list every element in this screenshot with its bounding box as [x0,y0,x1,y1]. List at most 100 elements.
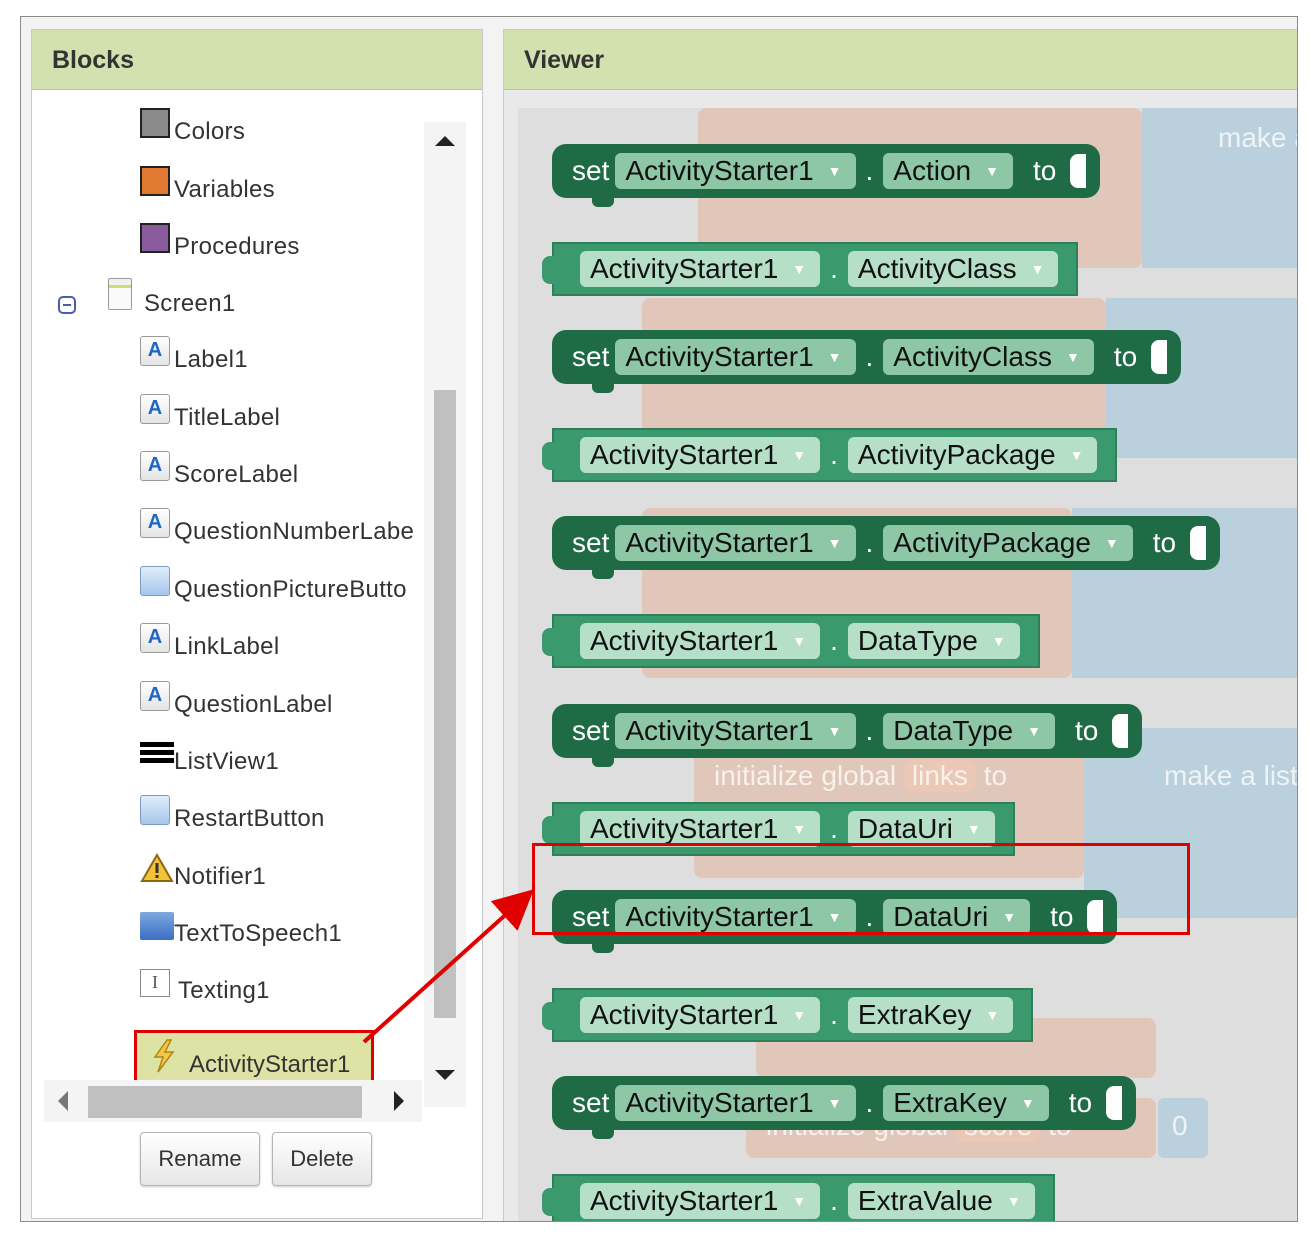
tree-item-listview1[interactable]: ListView1 [140,736,279,776]
chevron-down-icon: ▼ [1065,349,1080,365]
property-dropdown[interactable]: DataType ▼ [883,713,1055,749]
component-dropdown[interactable]: ActivityStarter1 ▼ [615,525,856,561]
tree-item-restartbutton[interactable]: RestartButton [140,793,325,833]
chevron-down-icon: ▼ [1020,1095,1035,1111]
component-dropdown[interactable]: ActivityStarter1 ▼ [580,1183,821,1219]
tree-item-texting1[interactable]: I Texting1 [140,965,270,1005]
component-dropdown[interactable]: ActivityStarter1 ▼ [615,713,856,749]
warning-icon [140,852,174,883]
bg-init-links: initialize global links to [714,760,1008,792]
chevron-down-icon: ▼ [985,163,999,179]
label-icon: A [140,508,170,538]
component-dropdown[interactable]: ActivityStarter1 ▼ [580,437,821,473]
property-dropdown[interactable]: DataUri ▼ [847,811,995,847]
vertical-scrollbar[interactable] [424,122,466,1107]
value-socket [1151,340,1168,374]
get-activityclass-block[interactable]: ActivityStarter1 ▼ . ActivityClass ▼ [541,242,1079,296]
tree-item-label: TitleLabel [174,404,281,431]
tree-item-questionnumberlabel[interactable]: A QuestionNumberLabe [140,506,414,546]
tree-item-questionpicturebutton[interactable]: QuestionPictureButto [140,564,407,604]
listview-icon [140,738,174,768]
tree-item-label: QuestionNumberLabe [174,518,415,545]
scrollbar-thumb[interactable] [88,1086,362,1118]
scrollbar-thumb[interactable] [434,390,456,1018]
label-icon: A [140,623,170,653]
button-icon [140,566,170,596]
scroll-left-icon[interactable] [58,1091,68,1111]
get-activitypackage-block[interactable]: ActivityStarter1 ▼ . ActivityPackage ▼ [541,428,1118,482]
chevron-down-icon: ▼ [792,1007,807,1023]
highlight-box [532,843,1190,935]
screen-icon [108,278,132,310]
property-dropdown[interactable]: ExtraValue ▼ [847,1183,1035,1219]
app-frame: Blocks Colors Variables Procedures Scree… [20,16,1298,1222]
blocks-tree: Colors Variables Procedures Screen1 A La… [44,102,467,1092]
chevron-down-icon: ▼ [1104,535,1119,551]
property-dropdown[interactable]: DataType ▼ [847,623,1020,659]
chevron-down-icon: ▼ [827,1095,842,1111]
component-dropdown[interactable]: ActivityStarter1 ▼ [580,997,821,1033]
chevron-down-icon: ▼ [827,163,842,179]
tree-item-screen1[interactable]: Screen1 [108,278,236,318]
get-extravalue-block[interactable]: ActivityStarter1 ▼ . ExtraValue ▼ [542,1174,1055,1221]
tree-item-colors[interactable]: Colors [140,106,245,146]
set-extrakey-block[interactable]: set ActivityStarter1 ▼ . ExtraKey ▼ to [552,1076,1137,1139]
property-dropdown[interactable]: ActivityPackage ▼ [847,437,1098,473]
component-dropdown[interactable]: ActivityStarter1 ▼ [615,339,856,375]
viewer-panel-title: Viewer [504,30,1297,90]
chevron-down-icon: ▼ [966,821,981,837]
tree-item-label: ActivityStarter1 [189,1051,351,1078]
component-dropdown[interactable]: ActivityStarter1 ▼ [580,811,821,847]
tree-item-label1[interactable]: A Label1 [140,334,248,374]
set-activitypackage-block[interactable]: set ActivityStarter1 ▼ . ActivityPackage ▼… [552,516,1221,579]
tree-item-linklabel[interactable]: A LinkLabel [140,621,279,661]
property-dropdown[interactable]: ActivityPackage ▼ [883,525,1133,561]
tree-item-label: Colors [174,118,246,145]
rename-button[interactable]: Rename [140,1132,260,1186]
bg-score-value: 0 [1172,1110,1188,1141]
tree-item-texttospeech1[interactable]: TextToSpeech1 [140,908,342,948]
property-dropdown[interactable]: ExtraKey ▼ [847,997,1014,1033]
chevron-down-icon: ▼ [792,821,807,837]
chevron-down-icon: ▼ [991,633,1006,649]
tree-item-questionlabel[interactable]: A QuestionLabel [140,679,333,719]
value-socket [1112,714,1129,748]
component-dropdown[interactable]: ActivityStarter1 ▼ [580,623,821,659]
tree-item-notifier1[interactable]: Notifier1 [140,851,266,891]
tree-item-label: QuestionLabel [174,691,333,718]
get-datatype-block[interactable]: ActivityStarter1 ▼ . DataType ▼ [542,614,1040,668]
scroll-up-icon[interactable] [435,136,455,146]
tree-item-label: Label1 [174,346,248,373]
tree-item-variables[interactable]: Variables [140,164,275,204]
tree-item-label: LinkLabel [174,633,280,660]
blocks-panel: Blocks Colors Variables Procedures Scree… [31,29,483,1219]
delete-button[interactable]: Delete [272,1132,372,1186]
component-dropdown[interactable]: ActivityStarter1 ▼ [615,153,856,189]
horizontal-scrollbar[interactable] [44,1080,422,1122]
bolt-icon [149,1039,179,1073]
property-dropdown[interactable]: ActivityClass ▼ [883,339,1094,375]
tree-item-procedures[interactable]: Procedures [140,221,300,261]
property-dropdown[interactable]: ExtraKey ▼ [883,1085,1049,1121]
tree-item-label: Notifier1 [174,863,267,890]
component-dropdown[interactable]: ActivityStarter1 ▼ [580,251,821,287]
chevron-down-icon: ▼ [827,723,842,739]
collapse-icon[interactable] [58,296,76,314]
property-dropdown[interactable]: Action ▼ [883,153,1013,189]
set-action-block[interactable]: set ActivityStarter1 ▼ . Action ▼ to [552,144,1101,207]
chevron-down-icon: ▼ [827,535,842,551]
property-dropdown[interactable]: ActivityClass ▼ [847,251,1059,287]
tree-item-label: ListView1 [174,748,279,775]
scroll-down-icon[interactable] [435,1070,455,1080]
value-socket [1106,1086,1123,1120]
scroll-right-icon[interactable] [394,1091,404,1111]
set-activityclass-block[interactable]: set ActivityStarter1 ▼ . ActivityClass ▼ t… [552,330,1182,393]
get-extrakey-block[interactable]: ActivityStarter1 ▼ . ExtraKey ▼ [541,988,1034,1042]
component-dropdown[interactable]: ActivityStarter1 ▼ [615,1085,856,1121]
tree-item-label: Screen1 [144,290,236,317]
tree-item-scorelabel[interactable]: A ScoreLabel [140,449,298,489]
set-datatype-block[interactable]: set ActivityStarter1 ▼ . DataType ▼ to [552,704,1143,767]
tree-item-titlelabel[interactable]: A TitleLabel [140,392,280,432]
label-icon: A [140,336,170,366]
blocks-workspace[interactable]: make a list initialize global links to m… [518,108,1297,1221]
